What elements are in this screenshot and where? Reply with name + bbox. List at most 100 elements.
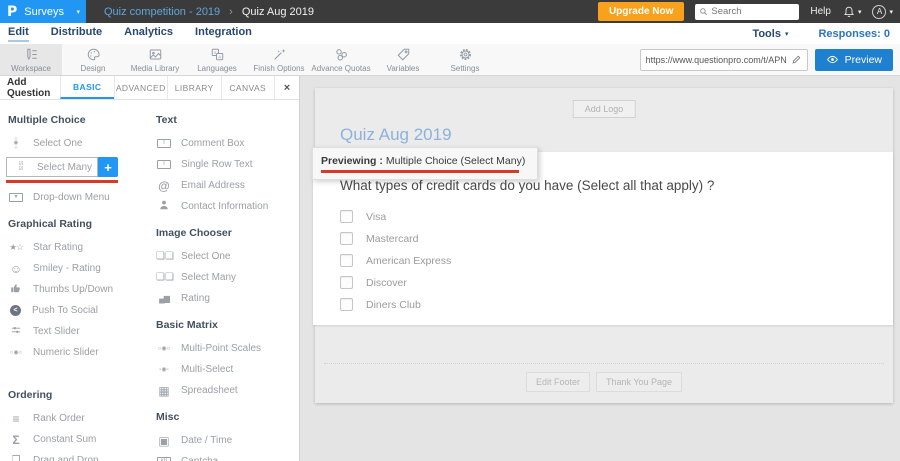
nav-tab-edit[interactable]: Edit — [8, 26, 29, 42]
rank-order-icon: ≡ — [8, 413, 24, 425]
previewing-tooltip: Previewing :Multiple Choice (Select Many… — [312, 147, 538, 180]
multi-point-scales-icon: ○◉○ — [156, 346, 172, 352]
panel-tab-canvas[interactable]: CANVAS — [221, 76, 275, 99]
option-checkbox[interactable] — [340, 276, 353, 289]
toolbar-item-media-library[interactable]: Media Library — [124, 44, 186, 75]
option-checkbox[interactable] — [340, 254, 353, 267]
help-link[interactable]: Help — [810, 6, 831, 17]
section-heading: Ordering — [8, 389, 156, 401]
add-question-header: Add Question BASICADVANCEDLIBRARYCANVAS … — [0, 76, 299, 100]
single-row-text-icon: I — [157, 160, 171, 169]
question-type-misc-date-time[interactable]: ▣Date / Time — [156, 430, 296, 451]
question-type-ordering-drag-and-drop[interactable]: ❐Drag and Drop — [8, 450, 156, 461]
survey-title: Quiz Aug 2019 — [340, 125, 452, 145]
add-logo-button[interactable]: Add Logo — [573, 100, 636, 118]
section-text: Text IComment BoxISingle Row Text@Email A… — [156, 114, 296, 217]
url-edit-pencil-icon[interactable] — [791, 54, 802, 65]
add-question-plus-button[interactable]: + — [98, 157, 118, 177]
chevron-down-icon: ▾ — [76, 8, 80, 16]
preview-button[interactable]: Preview — [815, 49, 893, 71]
search-input[interactable] — [711, 6, 795, 17]
question-type-graphical-rating-text-slider[interactable]: Text Slider — [8, 321, 156, 342]
toolbar-item-label: Languages — [197, 64, 237, 73]
toolbar-item-finish-options[interactable]: Finish Options — [248, 44, 310, 75]
question-type-ordering-rank-order[interactable]: ≡Rank Order — [8, 408, 156, 429]
question-type-text-comment-box[interactable]: IComment Box — [156, 133, 296, 154]
question-type-graphical-rating-smiley-rating[interactable]: ☺Smiley - Rating — [8, 258, 156, 279]
section-graphical-rating: Graphical Rating★☆Star Rating☺Smiley - R… — [8, 218, 156, 363]
toolbar-item-label: Variables — [387, 64, 420, 73]
question-type-text-email-address[interactable]: @Email Address — [156, 175, 296, 196]
thumbs-up-down-icon — [8, 282, 24, 297]
option-label: Visa — [366, 211, 386, 223]
question-type-basic-matrix-spreadsheet[interactable]: ▦Spreadsheet — [156, 380, 296, 401]
question-type-graphical-rating-push-to-social[interactable]: <Push To Social — [8, 300, 156, 321]
top-bar-right: Upgrade Now Help ▾ A ▾ — [598, 2, 900, 21]
settings-gear-icon — [458, 47, 473, 62]
question-type-image-chooser-rating[interactable]: ▄▆Rating — [156, 288, 296, 309]
question-type-graphical-rating-thumbs-up-down[interactable]: Thumbs Up/Down — [8, 279, 156, 300]
section-misc: Misc▣Date / TimeκβCaptcha — [156, 411, 296, 461]
responses-count[interactable]: Responses: 0 — [818, 28, 890, 40]
question-type-graphical-rating-numeric-slider[interactable]: ○◉○Numeric Slider — [8, 342, 156, 363]
surveys-menu[interactable]: P Surveys ▾ — [0, 0, 86, 23]
nav-tab-analytics[interactable]: Analytics — [124, 26, 173, 42]
panel-tab-advanced[interactable]: ADVANCED — [114, 76, 168, 99]
question-type-ordering-constant-sum[interactable]: ΣConstant Sum — [8, 429, 156, 450]
toolbar-item-workspace[interactable]: Workspace — [0, 44, 62, 75]
panel-tabs: BASICADVANCEDLIBRARYCANVAS — [60, 76, 274, 99]
question-type-text-single-row-text[interactable]: ISingle Row Text — [156, 154, 296, 175]
question-type-text-contact-information[interactable]: Contact Information — [156, 196, 296, 217]
section-heading: Multiple Choice — [8, 114, 156, 126]
push-to-social-icon: < — [10, 305, 21, 316]
add-question-panel: Add Question BASICADVANCEDLIBRARYCANVAS … — [0, 76, 300, 461]
close-panel-icon[interactable]: × — [274, 76, 299, 99]
question-type-image-chooser-select-one[interactable]: ❏❏Select One — [156, 246, 296, 267]
option-checkbox[interactable] — [340, 232, 353, 245]
nav-tab-distribute[interactable]: Distribute — [51, 26, 102, 42]
toolbar-item-label: Media Library — [131, 64, 179, 73]
toolbar-item-variables[interactable]: Variables — [372, 44, 434, 75]
question-column-1: Multiple Choice ○ ◉ ○Select One ☑ ☑Select … — [8, 104, 156, 461]
question-type-graphical-rating-star-rating[interactable]: ★☆Star Rating — [8, 237, 156, 258]
section-heading: Image Chooser — [156, 227, 296, 239]
section-ordering: Ordering ≡Rank OrderΣConstant Sum❐Drag an… — [8, 389, 156, 461]
section-basic-matrix: Basic Matrix○◉○Multi-Point Scales▫◉▫Mult… — [156, 319, 296, 401]
survey-url-input[interactable] — [646, 55, 787, 65]
option-checkbox[interactable] — [340, 298, 353, 311]
question-type-basic-matrix-multi-point-scales[interactable]: ○◉○Multi-Point Scales — [156, 338, 296, 359]
question-type-label: Drop-down Menu — [33, 192, 110, 203]
toolbar-item-label: Workspace — [11, 64, 51, 73]
question-type-multiple-choice-select-many[interactable]: ☑ ☑Select Many — [6, 157, 98, 177]
notifications-menu[interactable]: ▾ — [842, 5, 862, 19]
option-label: Diners Club — [366, 299, 421, 311]
answer-option-row: Visa — [340, 210, 451, 223]
toolbar-item-advance-quotas[interactable]: Advance Quotas — [310, 44, 372, 75]
question-type-label: Star Rating — [33, 242, 83, 253]
question-type-multiple-choice-drop-down-menu[interactable]: ▾Drop-down Menu — [8, 187, 156, 208]
nav-tab-integration[interactable]: Integration — [195, 26, 252, 42]
question-type-basic-matrix-multi-select[interactable]: ▫◉▫Multi-Select — [156, 359, 296, 380]
section-heading: Text — [156, 114, 296, 126]
toolbar-item-label: Design — [81, 64, 106, 73]
thank-you-page-button[interactable]: Thank You Page — [596, 372, 682, 392]
question-type-label: Multi-Select — [181, 364, 233, 375]
toolbar-item-languages[interactable]: xALanguages — [186, 44, 248, 75]
option-checkbox[interactable] — [340, 210, 353, 223]
tools-menu[interactable]: Tools ▾ — [752, 28, 788, 40]
chevron-down-icon: ▾ — [889, 8, 893, 16]
question-type-misc-captcha[interactable]: κβCaptcha — [156, 451, 296, 461]
panel-tab-basic[interactable]: BASIC — [60, 76, 114, 99]
edit-footer-button[interactable]: Edit Footer — [526, 372, 590, 392]
upgrade-now-button[interactable]: Upgrade Now — [598, 2, 684, 21]
select-one-radio-icon: ○ ◉ ○ — [8, 137, 24, 151]
breadcrumb-survey-folder[interactable]: Quiz competition - 2019 — [104, 6, 220, 18]
toolbar-item-settings[interactable]: Settings — [434, 44, 496, 75]
question-type-multiple-choice-select-one[interactable]: ○ ◉ ○Select One — [8, 133, 156, 154]
question-type-image-chooser-select-many[interactable]: ❏❏Select Many — [156, 267, 296, 288]
questionpro-survey-editor: { "glyphs": { "caret": "▾", "close": "×"… — [0, 0, 900, 461]
account-menu[interactable]: A ▾ — [872, 5, 893, 19]
footer-divider — [324, 363, 884, 364]
toolbar-item-design[interactable]: Design — [62, 44, 124, 75]
panel-tab-library[interactable]: LIBRARY — [167, 76, 221, 99]
